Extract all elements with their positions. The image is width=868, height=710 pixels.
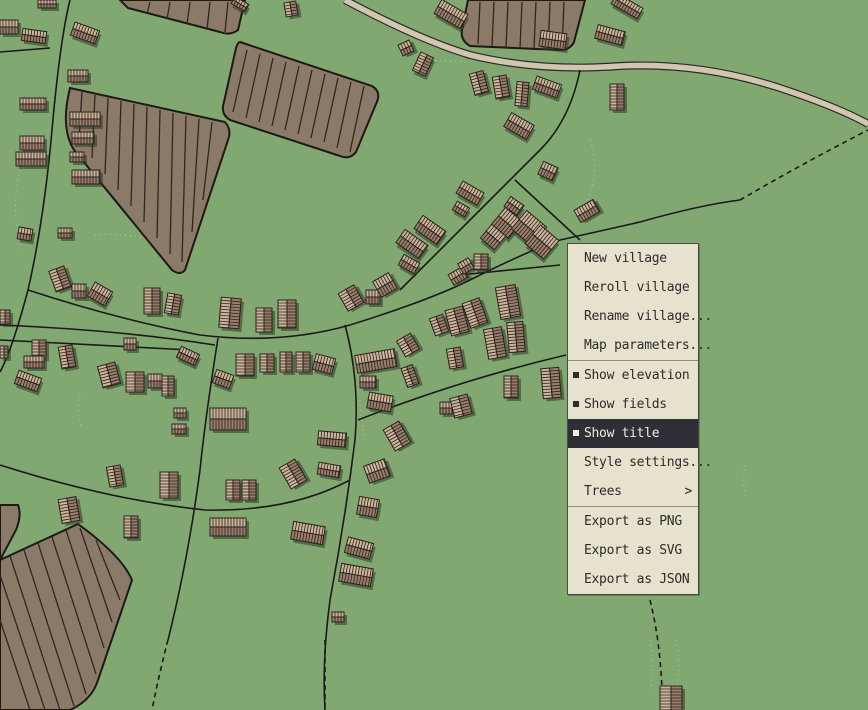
- menu-item-show-fields[interactable]: Show fields: [568, 390, 698, 419]
- menu-item-label: New village: [584, 251, 667, 266]
- house: [19, 135, 47, 153]
- house: [538, 29, 570, 54]
- house: [143, 287, 163, 317]
- checkmark-icon: [573, 372, 579, 378]
- house: [161, 375, 177, 399]
- house: [218, 296, 244, 333]
- menu-item-trees[interactable]: Trees >: [568, 477, 698, 506]
- menu-item-label: Rename village...: [584, 309, 712, 324]
- house: [473, 253, 491, 273]
- menu-item-label: Show fields: [584, 397, 667, 412]
- house: [15, 151, 49, 169]
- menu-item-label: Map parameters...: [584, 338, 712, 353]
- menu-item-label: Reroll village: [584, 280, 690, 295]
- house: [69, 111, 103, 129]
- house: [503, 375, 521, 401]
- house: [23, 355, 47, 371]
- menu-item-label: Show elevation: [584, 368, 690, 383]
- house: [71, 283, 89, 301]
- house: [209, 517, 249, 539]
- house: [71, 131, 97, 147]
- house: [540, 366, 565, 402]
- menu-item-reroll-village[interactable]: Reroll village: [568, 273, 698, 302]
- menu-item-show-elevation[interactable]: Show elevation: [568, 361, 698, 390]
- house: [356, 495, 382, 522]
- menu-item-rename-village[interactable]: Rename village...: [568, 302, 712, 331]
- house: [19, 97, 49, 113]
- menu-item-label: Style settings...: [584, 455, 712, 470]
- menu-item-label: Show title: [584, 426, 660, 441]
- menu-item-style-settings[interactable]: Style settings...: [568, 448, 712, 477]
- house: [241, 479, 259, 503]
- menu-item-label: Export as PNG: [584, 514, 682, 529]
- house: [659, 685, 685, 710]
- menu-item-show-title[interactable]: Show title: [568, 419, 698, 448]
- menu-item-label: Export as SVG: [584, 543, 682, 558]
- house: [316, 430, 350, 451]
- house: [295, 351, 313, 375]
- village-map[interactable]: [0, 0, 868, 710]
- house: [279, 351, 295, 375]
- submenu-arrow-icon: >: [684, 484, 692, 499]
- house: [125, 371, 147, 395]
- house: [609, 83, 627, 113]
- house: [255, 307, 275, 335]
- menu-item-export-png[interactable]: Export as PNG: [568, 507, 698, 536]
- house: [123, 515, 141, 541]
- house: [277, 299, 299, 331]
- menu-item-new-village[interactable]: New village: [568, 244, 698, 273]
- house: [0, 19, 21, 37]
- checkmark-icon: [573, 401, 579, 407]
- house: [67, 69, 91, 85]
- house: [514, 80, 532, 110]
- house: [71, 169, 103, 187]
- house: [225, 479, 243, 503]
- menu-item-map-parameters[interactable]: Map parameters...: [568, 331, 712, 360]
- checkmark-icon: [573, 430, 579, 436]
- house: [159, 471, 181, 501]
- menu-item-label: Trees: [584, 484, 622, 499]
- house: [506, 320, 529, 356]
- context-menu: New village Reroll village Rename villag…: [567, 243, 712, 595]
- menu-item-label: Export as JSON: [584, 572, 690, 587]
- house: [259, 353, 277, 375]
- house: [235, 353, 257, 379]
- menu-item-export-svg[interactable]: Export as SVG: [568, 536, 698, 565]
- menu-item-export-json[interactable]: Export as JSON: [568, 565, 698, 594]
- house: [37, 0, 59, 11]
- house: [209, 407, 249, 433]
